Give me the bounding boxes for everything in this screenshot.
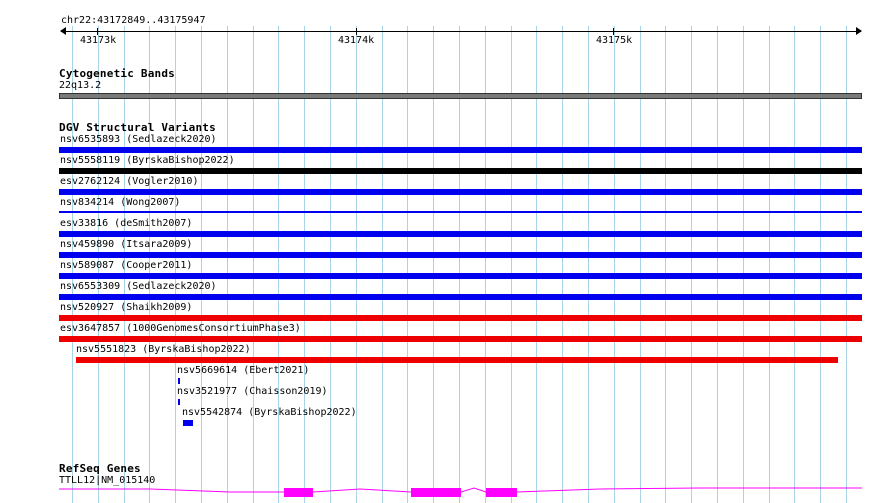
cytoband-bar[interactable] (59, 93, 862, 99)
ruler-tick (613, 28, 614, 35)
feature-label: nsv459890 (Itsara2009) (60, 239, 193, 250)
ruler-tick-label: 43174k (338, 35, 375, 46)
ruler-tick (356, 28, 357, 35)
feature-bar[interactable] (59, 168, 862, 174)
feature-label: nsv520927 (Shaikh2009) (60, 302, 193, 313)
ruler-line (61, 31, 861, 32)
track-title-cytobands: Cytogenetic Bands (59, 67, 175, 80)
gene-exon (411, 488, 461, 497)
feature-label: esv2762124 (Vogler2010) (60, 176, 199, 187)
feature-bar[interactable] (178, 378, 180, 384)
ruler-tick (97, 28, 98, 35)
feature-label: nsv589087 (Cooper2011) (60, 260, 193, 271)
track-title-refseq: RefSeq Genes (59, 462, 141, 475)
feature-bar[interactable] (178, 399, 180, 405)
ruler-tick-label: 43173k (80, 35, 117, 46)
feature-label: nsv5542874 (ByrskaBishop2022) (182, 407, 357, 418)
track-title-dgv: DGV Structural Variants (59, 121, 216, 134)
feature-bar[interactable] (59, 273, 862, 279)
feature-label: nsv5558119 (ByrskaBishop2022) (60, 155, 235, 166)
feature-label: nsv5551823 (ByrskaBishop2022) (76, 344, 251, 355)
feature-bar[interactable] (59, 189, 862, 195)
arrow-right-icon[interactable] (856, 27, 862, 35)
feature-bar[interactable] (59, 294, 862, 300)
feature-bar[interactable] (59, 231, 862, 237)
feature-bar[interactable] (59, 211, 862, 213)
arrow-left-icon[interactable] (60, 27, 66, 35)
feature-bar[interactable] (59, 315, 862, 321)
region-label: chr22:43172849..43175947 (61, 15, 206, 26)
feature-label: nsv834214 (Wong2007) (60, 197, 181, 208)
feature-bar[interactable] (59, 336, 862, 342)
feature-bar[interactable] (76, 357, 838, 363)
feature-label: nsv6535893 (Sedlazeck2020) (60, 134, 217, 145)
gene-exon (486, 488, 517, 497)
feature-bar[interactable] (59, 147, 862, 153)
feature-label: nsv3521977 (Chaisson2019) (177, 386, 328, 397)
feature-label: nsv5669614 (Ebert2021) (177, 365, 310, 376)
feature-bar[interactable] (59, 252, 862, 258)
gene-model-ttll12[interactable] (0, 480, 890, 503)
feature-label: nsv6553309 (Sedlazeck2020) (60, 281, 217, 292)
feature-bar[interactable] (183, 420, 193, 426)
gene-exon (284, 488, 313, 497)
genome-browser-canvas: chr22:43172849..43175947 43173k 43174k 4… (0, 0, 890, 503)
feature-label: esv33816 (deSmith2007) (60, 218, 193, 229)
ruler-tick-label: 43175k (596, 35, 633, 46)
feature-label: esv3647857 (1000GenomesConsortiumPhase3) (60, 323, 301, 334)
cytoband-label: 22q13.2 (59, 80, 102, 91)
